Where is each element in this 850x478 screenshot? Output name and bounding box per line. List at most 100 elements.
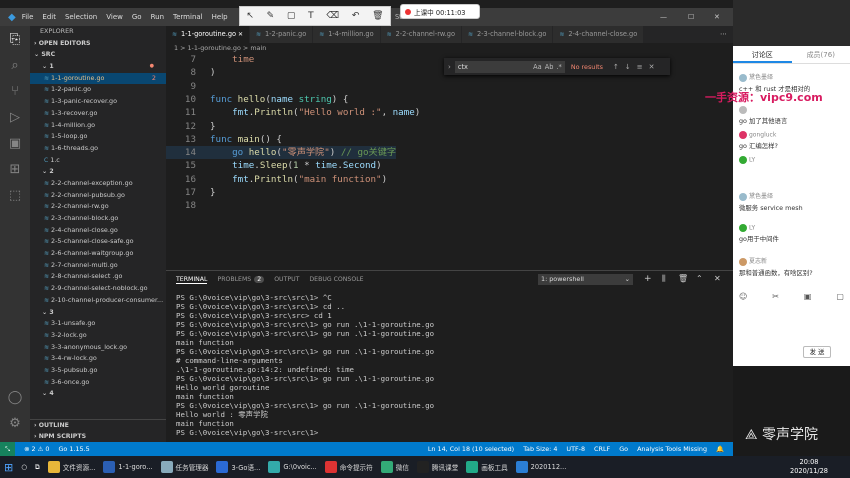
file-item[interactable]: ≋ 1-2-panic.go [30,84,166,96]
pointer-icon[interactable]: ↖ [246,11,254,21]
shell-select[interactable]: 1: powershell ⌄ [538,274,633,285]
scissors-icon[interactable]: ✂ [772,292,779,301]
text-icon[interactable]: T [308,11,314,21]
maximize-icon[interactable]: ☐ [688,13,694,21]
file-item[interactable]: ≋ 3-3-anonymous_lock.go [30,342,166,354]
line-ending[interactable]: CRLF [594,445,610,453]
analysis-tools-warning[interactable]: Analysis Tools Missing [637,445,707,453]
file-item[interactable]: ≋ 1-5-loop.go [30,131,166,143]
encoding[interactable]: UTF-8 [566,445,585,453]
menu-item-edit[interactable]: Edit [42,13,56,21]
tab-1-1-goroutine[interactable]: ≋ 1-1-goroutine.go ✕ [166,26,250,43]
emoji-icon[interactable]: ☺ [739,292,747,301]
add-terminal-icon[interactable]: + [644,274,652,284]
split-terminal-icon[interactable]: ⫼ [662,274,666,284]
tab-2-3-channel-block[interactable]: ≋ 2-3-channel-block.go [462,26,554,43]
file-item[interactable]: ≋ 1-1-goroutine.go 2 [30,72,166,85]
recording-indicator[interactable]: 上课中 00:11:03 [400,4,480,19]
chevron-right-icon[interactable]: › [448,63,451,71]
code-editor[interactable]: 7 time 8) 9 10 func hello(name string) {11 f… [166,53,733,268]
start-button[interactable]: ⊞ [0,456,17,478]
taskbar-item[interactable]: 画板工具 [462,456,511,478]
menu-item-view[interactable]: View [106,13,123,21]
search-icon[interactable]: ⌕ [0,52,30,78]
menu-item-selection[interactable]: Selection [65,13,97,21]
file-item[interactable]: ≋ 1-4-million.go [30,120,166,132]
file-item[interactable]: ≋ 2-10-channel-producer-consumer... [30,295,166,307]
menu-item-help[interactable]: Help [212,13,228,21]
folder-item[interactable]: ⌄ 3 [30,307,166,319]
run-debug-icon[interactable]: ▷ [0,104,30,130]
selection-icon[interactable]: ≡ [637,63,643,71]
close-icon[interactable]: ✕ [649,63,655,71]
trash-icon[interactable]: 🗑 [372,11,383,21]
file-item[interactable]: ≋ 2-9-channel-select-noblock.go [30,283,166,295]
minimize-icon[interactable]: — [660,13,667,21]
file-item[interactable]: ≋ 2-6-channel-waitgroup.go [30,248,166,260]
file-item[interactable]: C 1.c [30,155,166,167]
menu-item-go[interactable]: Go [132,13,142,21]
taskbar-item[interactable]: 任务管理器 [157,456,213,478]
src-section[interactable]: ⌄ SRC [30,49,166,61]
npm-scripts-section[interactable]: › NPM SCRIPTS [30,431,166,442]
notification-bell-icon[interactable]: 🔔 [716,445,724,453]
image-icon[interactable]: ▣ [804,292,812,301]
language-mode[interactable]: Go [619,445,628,453]
menu-item-terminal[interactable]: Terminal [173,13,203,21]
docker-icon[interactable]: ⬚ [0,182,30,208]
regex-toggle[interactable]: .* [556,61,561,73]
taskbar-item[interactable]: 文件资源... [44,456,100,478]
source-control-icon[interactable]: ⑂ [0,78,30,104]
tab-1-2-panic[interactable]: ≋ 1-2-panic.go [250,26,314,43]
task-view-icon[interactable]: ⧉ [31,456,44,478]
remote-icon[interactable]: ⤡ [0,442,16,456]
panel-tab-output[interactable]: OUTPUT [274,276,299,283]
taskbar-item[interactable]: G:\0voic... [264,456,320,478]
folder-icon[interactable]: ▢ [836,292,844,301]
terminal-output[interactable]: PS G:\0voice\vip\go\3-src\src\1> ^C PS G:… [176,293,434,437]
manage-gear-icon[interactable]: ⚙ [0,410,30,436]
undo-icon[interactable]: ↶ [352,11,360,21]
search-icon[interactable]: ○ [17,456,31,478]
rectangle-icon[interactable]: ▢ [287,11,296,21]
breadcrumb[interactable]: 1 > 1-1-goroutine.go > main [166,43,733,53]
maximize-panel-icon[interactable]: ⌃ [696,274,703,283]
tab-2-4-channel-close[interactable]: ≋ 2-4-channel-close.go [553,26,645,43]
tab-1-4-million[interactable]: ≋ 1-4-million.go [313,26,381,43]
file-item[interactable]: ≋ 2-2-channel-pubsub.go [30,190,166,202]
menu-item-file[interactable]: File [22,13,34,21]
cursor-position[interactable]: Ln 14, Col 18 (10 selected) [428,445,514,453]
remote-explorer-icon[interactable]: ▣ [0,130,30,156]
explorer-icon[interactable]: ⎘ [0,26,30,52]
tab-members[interactable]: 成员(76) [792,46,850,63]
file-item[interactable]: ≋ 2-2-channel-exception.go [30,178,166,190]
taskbar-item[interactable]: 微信 [377,456,413,478]
file-item[interactable]: ≋ 2-2-channel-rw.go [30,201,166,213]
tab-size[interactable]: Tab Size: 4 [523,445,557,453]
problems-status[interactable]: ⊗ 2 ⚠ 0 [24,445,49,453]
accounts-icon[interactable]: ◯ [0,384,30,410]
file-item[interactable]: ≋ 2-7-channel-multi.go [30,260,166,272]
file-item[interactable]: ≋ 3-4-rw-lock.go [30,353,166,365]
file-item[interactable]: ≋ 3-2-lock.go [30,330,166,342]
file-item[interactable]: ≋ 3-1-unsafe.go [30,318,166,330]
file-item[interactable]: ≋ 1-6-threads.go [30,143,166,155]
clock[interactable]: 20:08 2020/11/28 [790,458,828,476]
file-item[interactable]: ≋ 2-8-channel-select .go [30,271,166,283]
taskbar-item[interactable]: 3-Go语... [212,456,264,478]
file-item[interactable]: ≋ 1-3-panic-recover.go [30,96,166,108]
file-item[interactable]: ≋ 3-6-once.go [30,377,166,389]
send-button[interactable]: 发 送 [803,346,831,358]
tab-discussion[interactable]: 讨论区 [733,46,792,63]
match-case-toggle[interactable]: Aa [533,61,542,73]
taskbar-item[interactable]: 2020112... [512,456,571,478]
taskbar-item[interactable]: 腾讯课堂 [413,456,462,478]
menu-item-run[interactable]: Run [151,13,164,21]
more-actions-icon[interactable]: ⋯ [714,26,733,43]
go-version[interactable]: Go 1.15.5 [58,445,89,453]
panel-tab-debug-console[interactable]: DEBUG CONSOLE [309,276,363,283]
file-item[interactable]: ≋ 3-5-pubsub.go [30,365,166,377]
close-icon[interactable]: ✕ [236,31,243,38]
arrow-up-icon[interactable]: ↑ [613,63,619,71]
taskbar-item[interactable]: 1-1-goro... [99,456,156,478]
